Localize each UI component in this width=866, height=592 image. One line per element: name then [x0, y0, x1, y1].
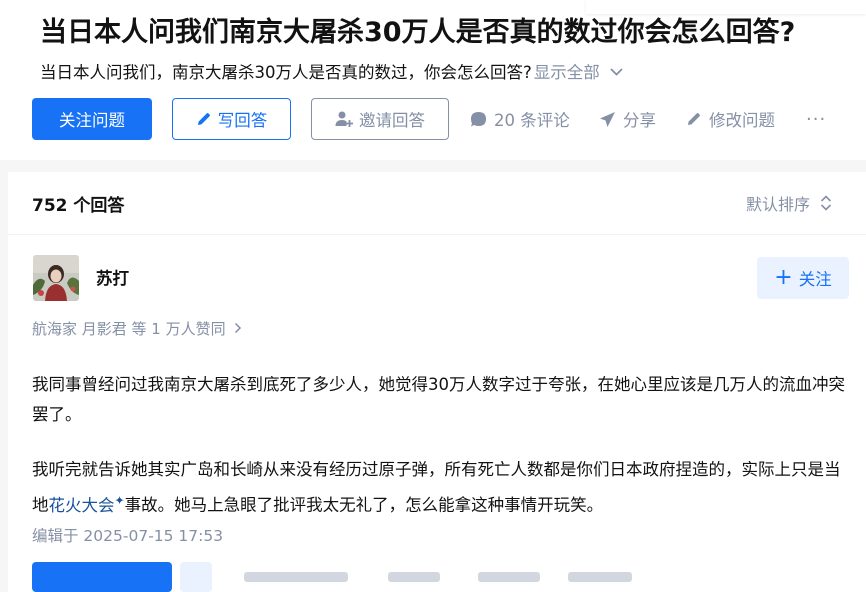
answer-paragraph-text-end: 事故。她马上急眼了批评我太无礼了，怎么能拿这种事情开玩笑。 — [124, 495, 604, 515]
avatar[interactable] — [33, 255, 79, 301]
follow-author-button[interactable]: + 关注 — [757, 257, 849, 299]
show-all-link[interactable]: 显示全部 — [534, 63, 600, 82]
answers-list: 752 个回答 默认排序 苏打 + 关注 航海家 月影君 等 1 万人赞同 我同… — [8, 172, 866, 592]
sort-label: 默认排序 — [746, 195, 811, 214]
edit-question-label: 修改问题 — [709, 111, 775, 130]
invite-answer-label: 邀请回答 — [359, 111, 425, 130]
share-label: 分享 — [623, 111, 656, 130]
answer-count: 752 个回答 — [32, 196, 125, 216]
answer-action-share[interactable] — [388, 572, 440, 582]
answer-action-like[interactable] — [568, 572, 632, 582]
voters-text: 航海家 月影君 等 1 万人赞同 — [32, 320, 226, 338]
sort-dropdown[interactable]: 默认排序 — [746, 191, 832, 215]
search-keyword-link[interactable]: 花火大会✦ — [48, 493, 125, 515]
sparkle-icon: ✦ — [114, 493, 125, 507]
chevron-right-icon — [235, 322, 242, 334]
write-answer-button[interactable]: 写回答 — [172, 98, 291, 140]
voters-summary[interactable]: 航海家 月影君 等 1 万人赞同 — [32, 318, 242, 339]
edit-question-button[interactable]: 修改问题 — [686, 98, 775, 140]
question-description-text: 当日本人问我们，南京大屠杀30万人是否真的数过，你会怎么回答? — [40, 63, 532, 82]
follow-author-label: 关注 — [798, 270, 832, 289]
share-button[interactable]: 分享 — [599, 98, 656, 140]
author-name[interactable]: 苏打 — [96, 265, 129, 289]
pencil-icon — [197, 113, 210, 125]
comments-label: 20 条评论 — [494, 111, 570, 130]
vote-down-button[interactable] — [180, 562, 212, 592]
search-keyword-text: 花火大会 — [48, 495, 115, 515]
comment-bubble-icon — [471, 111, 486, 126]
sort-arrows-icon — [820, 195, 832, 211]
write-answer-label: 写回答 — [217, 111, 268, 130]
invite-answer-button[interactable]: 邀请回答 — [311, 98, 449, 140]
vote-up-button[interactable] — [32, 562, 172, 592]
edit-pencil-icon — [688, 113, 700, 125]
invite-user-icon — [335, 111, 353, 127]
top-bar-edge — [586, 0, 866, 14]
answer-paragraph: 我同事曾经问过我南京大屠杀到底死了多少人，她觉得30万人数字过于夸张，在她心里应… — [32, 375, 845, 424]
answer-action-collect[interactable] — [478, 572, 540, 582]
answer-action-comments[interactable] — [244, 572, 348, 582]
more-icon[interactable]: ··· — [806, 98, 826, 140]
plus-icon: + — [774, 265, 793, 290]
paper-plane-icon — [600, 111, 615, 127]
comments-button[interactable]: 20 条评论 — [470, 98, 570, 140]
question-description: 当日本人问我们，南京大屠杀30万人是否真的数过，你会怎么回答? 显示全部 — [40, 60, 623, 87]
question-title[interactable]: 当日本人问我们南京大屠杀30万人是否真的数过你会怎么回答? — [40, 14, 840, 52]
follow-question-button[interactable]: 关注问题 — [32, 98, 152, 140]
chevron-down-icon[interactable] — [610, 59, 623, 85]
answer-paragraph: 我听完就告诉她其实广岛和长崎从来没有经历过原子弹，所有死亡人数都是你们日本政府捏… — [32, 455, 852, 521]
answers-toolbar: 752 个回答 默认排序 — [8, 172, 866, 235]
question-header: 当日本人问我们南京大屠杀30万人是否真的数过你会怎么回答? 当日本人问我们，南京… — [0, 0, 866, 160]
edited-timestamp[interactable]: 编辑于 2025-07-15 17:53 — [32, 524, 223, 546]
